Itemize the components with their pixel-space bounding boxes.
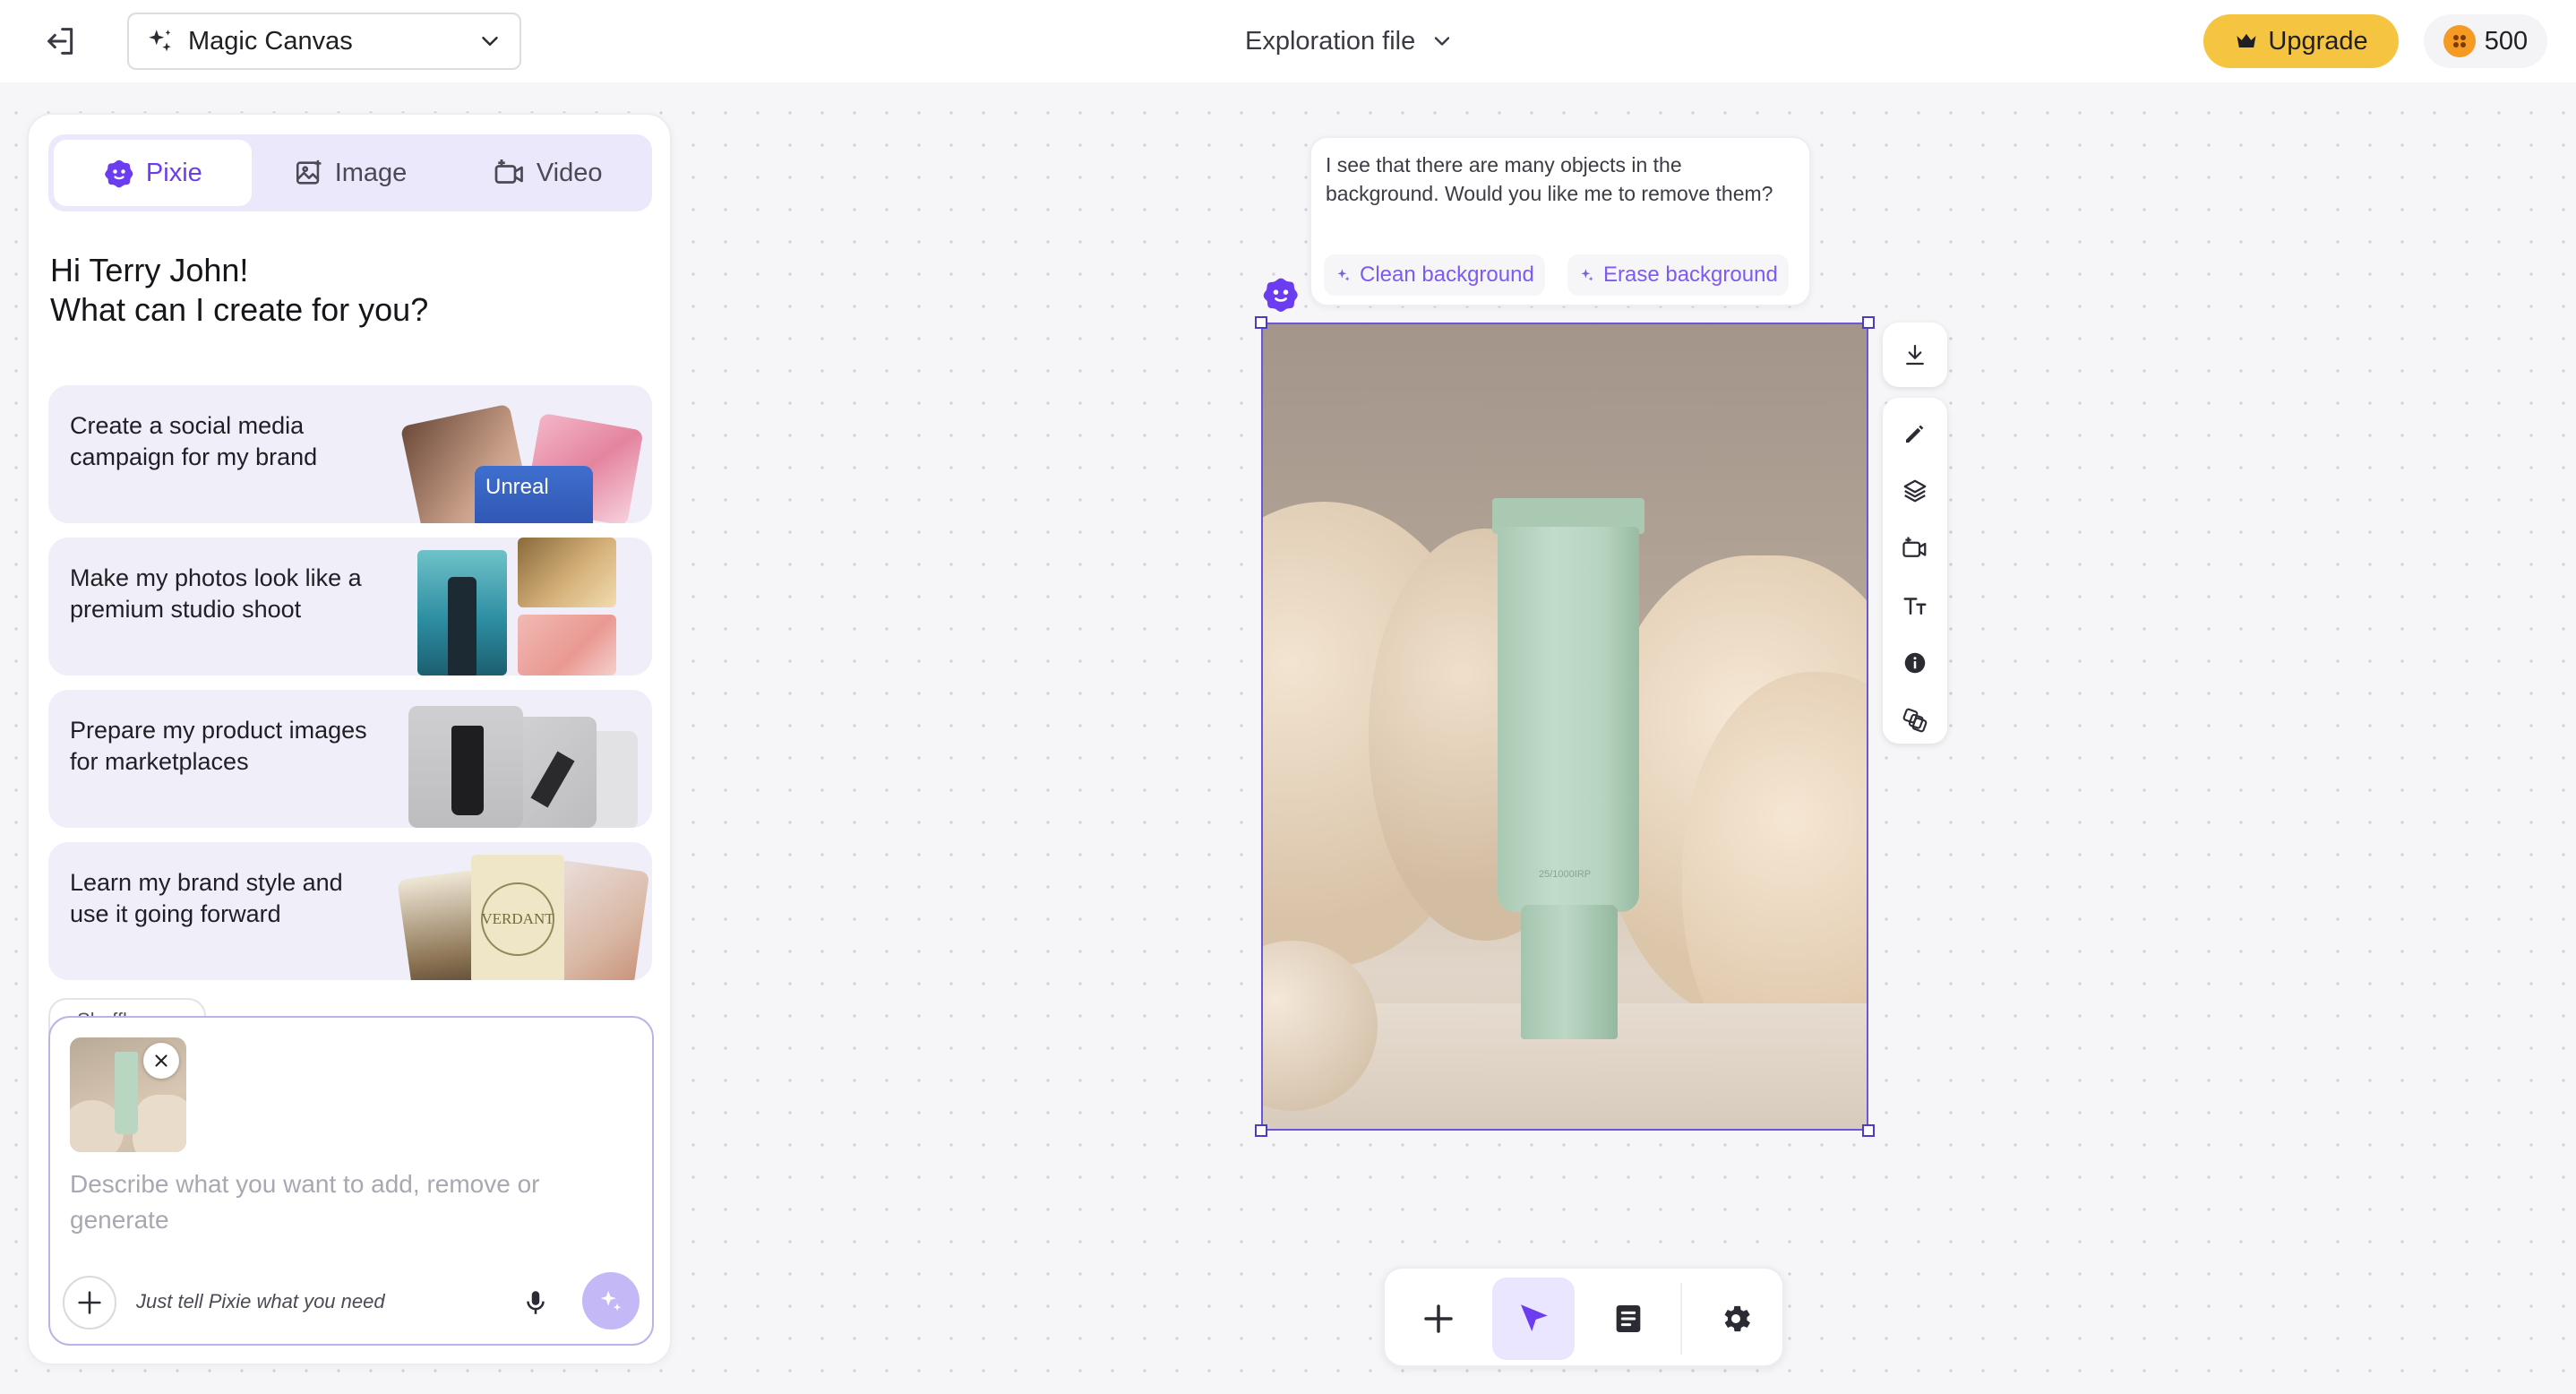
greeting-name: Hi Terry John! xyxy=(50,252,249,288)
layers-icon xyxy=(1903,479,1927,503)
chip-label: Erase background xyxy=(1603,262,1778,287)
chevron-down-icon xyxy=(482,37,498,46)
suggestion-marketplace[interactable]: Prepare my product images for marketplac… xyxy=(48,690,652,828)
credits-count: 500 xyxy=(2484,26,2529,56)
pixie-icon xyxy=(105,159,133,188)
greeting: Hi Terry John! What can I create for you… xyxy=(50,251,428,330)
crown-icon xyxy=(2237,33,2256,47)
app-name: Magic Canvas xyxy=(188,26,353,56)
app-selector[interactable]: Magic Canvas xyxy=(127,13,521,70)
tab-image[interactable]: Image xyxy=(252,140,450,206)
add-element-button[interactable] xyxy=(1397,1278,1480,1360)
video-generate-button[interactable] xyxy=(1893,527,1936,570)
file-menu[interactable]: Exploration file xyxy=(1245,18,1455,65)
resize-handle-bottom-right[interactable] xyxy=(1862,1124,1875,1137)
text-icon xyxy=(1903,598,1927,615)
tube-label: 25/1000IRP xyxy=(1539,869,1592,880)
brand-logo-text: VERDANT xyxy=(481,910,554,927)
video-icon xyxy=(494,159,523,184)
tab-label: Video xyxy=(536,158,603,187)
suggestion-text: Create a social media campaign for my br… xyxy=(70,412,318,470)
upgrade-button[interactable]: Upgrade xyxy=(2203,14,2399,68)
info-button[interactable] xyxy=(1893,641,1936,684)
suggestion-text: Prepare my product images for marketplac… xyxy=(70,717,367,775)
exit-icon xyxy=(47,28,73,55)
top-bar: Magic Canvas Exploration file Upgrade 50… xyxy=(0,0,2576,82)
download-button[interactable] xyxy=(1883,323,1947,387)
studio-pink-thumbnail xyxy=(518,615,616,675)
pencil-icon xyxy=(1906,425,1924,443)
suggestion-studio-shoot[interactable]: Make my photos look like a premium studi… xyxy=(48,538,652,675)
bubble-message: I see that there are many objects in the… xyxy=(1326,153,1773,205)
poster-text: Unreal xyxy=(485,475,549,499)
resize-handle-top-left[interactable] xyxy=(1255,316,1267,329)
gear-icon xyxy=(1724,1305,1750,1332)
close-icon xyxy=(155,1054,167,1067)
text-button[interactable] xyxy=(1893,584,1936,627)
greeting-question: What can I create for you? xyxy=(50,291,429,328)
sparkle-icon xyxy=(1337,269,1350,281)
coin-icon xyxy=(2443,25,2476,57)
edit-tools xyxy=(1883,398,1947,744)
canvas-product-image[interactable]: 25/1000IRP xyxy=(1261,323,1868,1131)
select-tool-button[interactable] xyxy=(1492,1278,1575,1360)
microphone-button[interactable] xyxy=(516,1283,555,1322)
suggestion-text: Make my photos look like a premium studi… xyxy=(70,564,362,623)
sparkle-icon xyxy=(149,30,171,52)
mode-tabs: Pixie Image Video xyxy=(48,134,652,211)
plus-icon xyxy=(78,1291,101,1314)
layers-button[interactable] xyxy=(1893,469,1936,512)
tab-video[interactable]: Video xyxy=(449,140,647,206)
pixie-panel: Pixie Image Video Hi Terry John! What ca… xyxy=(27,113,672,1365)
notes-button[interactable] xyxy=(1587,1278,1670,1360)
stack-icon xyxy=(1902,708,1928,733)
suggestion-brand-style[interactable]: Learn my brand style and use it going fo… xyxy=(48,842,652,980)
remove-attachment-button[interactable] xyxy=(143,1043,179,1079)
prompt-input[interactable] xyxy=(70,1166,625,1247)
chevron-down-icon xyxy=(1435,37,1450,46)
tab-label: Image xyxy=(334,158,408,187)
settings-button[interactable] xyxy=(1695,1278,1777,1360)
add-button[interactable] xyxy=(63,1276,116,1329)
dock-divider xyxy=(1680,1283,1682,1355)
studio-bottle-thumbnail xyxy=(417,550,507,675)
pixie-suggestion-bubble: I see that there are many objects in the… xyxy=(1309,136,1811,306)
chip-label: Clean background xyxy=(1360,262,1534,287)
tab-label: Pixie xyxy=(145,158,202,187)
image-icon xyxy=(296,159,322,185)
studio-dropper-thumbnail xyxy=(518,538,616,607)
resize-handle-top-right[interactable] xyxy=(1862,316,1875,329)
campaign-poster-thumbnail: Unreal xyxy=(475,466,593,523)
edit-button[interactable] xyxy=(1893,412,1936,455)
microphone-icon xyxy=(527,1291,545,1314)
bottom-dock xyxy=(1383,1267,1784,1367)
suggestion-text: Learn my brand style and use it going fo… xyxy=(70,869,343,927)
resize-handle-bottom-left[interactable] xyxy=(1255,1124,1267,1137)
download-icon xyxy=(1906,344,1924,366)
sparkle-icon xyxy=(600,1290,622,1312)
plus-icon xyxy=(1424,1304,1453,1333)
info-icon xyxy=(1904,652,1926,674)
tab-pixie[interactable]: Pixie xyxy=(54,140,252,206)
composer-hint: Just tell Pixie what you need xyxy=(136,1290,385,1312)
credits-badge[interactable]: 500 xyxy=(2424,14,2547,68)
clean-background-chip[interactable]: Clean background xyxy=(1324,254,1545,296)
sparkle-icon xyxy=(1581,269,1593,281)
file-name: Exploration file xyxy=(1245,26,1416,56)
suggestion-social-campaign[interactable]: Create a social media campaign for my br… xyxy=(48,385,652,523)
exit-button[interactable] xyxy=(39,20,82,63)
stack-button[interactable] xyxy=(1893,699,1936,742)
upgrade-label: Upgrade xyxy=(2268,26,2368,56)
prompt-composer: Just tell Pixie what you need xyxy=(48,1016,654,1346)
cursor-icon xyxy=(1521,1304,1548,1331)
generate-button[interactable] xyxy=(582,1272,640,1329)
image-toolbar xyxy=(1883,323,1947,744)
video-icon xyxy=(1902,537,1927,557)
marketplace-tube-thumbnail xyxy=(408,706,523,828)
pixie-avatar-icon xyxy=(1263,278,1298,312)
document-icon xyxy=(1616,1305,1641,1332)
brand-logo-thumbnail: VERDANT xyxy=(471,855,564,980)
erase-background-chip[interactable]: Erase background xyxy=(1567,254,1789,296)
